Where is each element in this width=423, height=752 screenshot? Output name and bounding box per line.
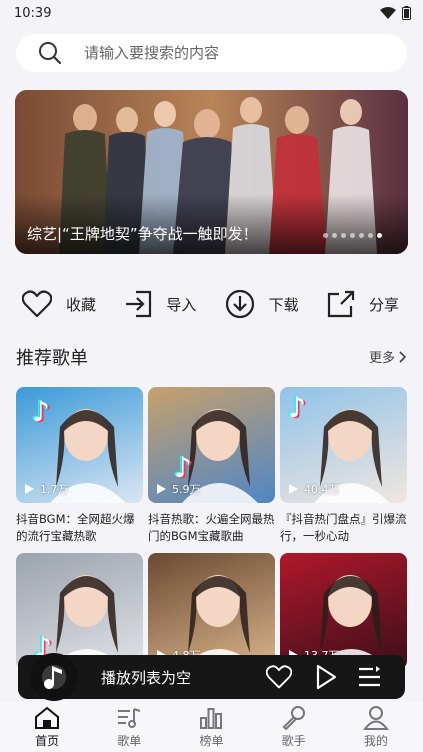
wifi-icon	[380, 7, 396, 19]
favorite-button[interactable]: 收藏	[22, 284, 96, 324]
microphone-icon	[282, 706, 305, 730]
tab-playlist-label: 歌单	[117, 734, 142, 748]
tab-playlist[interactable]: 歌单	[94, 702, 164, 752]
banner-dot[interactable]	[323, 233, 328, 238]
tab-home-label: 首页	[35, 734, 60, 748]
tab-singer-label: 歌手	[281, 734, 306, 748]
banner-pagination[interactable]	[323, 233, 382, 238]
search-bar[interactable]	[16, 34, 407, 72]
playlist-cover[interactable]: ♪ 40.4万	[280, 387, 407, 503]
play-count-value: 1.7万	[40, 483, 69, 496]
status-icons	[380, 6, 411, 20]
more-label: 更多	[368, 351, 395, 366]
import-button[interactable]: 导入	[124, 284, 196, 324]
favorite-label: 收藏	[66, 295, 97, 314]
banner-dot[interactable]	[350, 233, 355, 238]
playlist-card[interactable]: ♪	[16, 553, 143, 669]
banner-title: 综艺|“王牌地契”争夺战一触即发！	[27, 225, 258, 243]
more-link[interactable]: 更多	[369, 347, 407, 366]
tab-mine-label: 我的	[363, 734, 388, 748]
playlist-grid: ♪ 1.7万 抖音BGM：全网超火爆的流行宝藏热歌 ♪ 5.9万 抖音热歌：火遍全网最热门…	[16, 387, 408, 669]
banner-dot[interactable]	[341, 233, 346, 238]
tab-singer[interactable]: 歌手	[259, 702, 329, 752]
player-status: 播放列表为空	[101, 669, 192, 687]
playlist-title: 抖音BGM：全网超火爆的流行宝藏热歌	[16, 512, 135, 543]
battery-icon	[402, 6, 411, 20]
section-title: 推荐歌单	[16, 348, 88, 369]
import-icon	[126, 290, 152, 318]
tab-chart-label: 榜单	[199, 734, 224, 748]
chart-icon	[200, 708, 223, 729]
play-count-icon	[157, 484, 166, 494]
tiktok-logo-icon: ♪	[288, 391, 306, 424]
playlist-icon	[118, 708, 141, 728]
playlist-card[interactable]: ♪ 1.7万抖音BGM：全网超火爆的流行宝藏热歌	[16, 387, 143, 545]
playlist-cover[interactable]: 4.8万	[148, 553, 275, 669]
share-button[interactable]: 分享	[327, 284, 399, 324]
search-input[interactable]	[84, 44, 384, 62]
play-count-icon	[25, 484, 34, 494]
download-label: 下载	[268, 295, 299, 314]
share-icon	[327, 290, 355, 318]
playlist-cover[interactable]: ♪ 5.9万	[148, 387, 275, 503]
status-bar: 10:39	[0, 0, 423, 26]
banner-dot[interactable]	[359, 233, 364, 238]
play-count-value: 40.4万	[304, 483, 340, 496]
share-label: 分享	[368, 295, 399, 314]
playlist-card[interactable]: 4.8万	[148, 553, 275, 669]
playlist-card[interactable]: ♪ 5.9万抖音热歌：火遍全网最热门的BGM宝藏歌曲	[148, 387, 275, 545]
tiktok-logo-icon: ♪	[174, 451, 192, 484]
queue-icon[interactable]	[358, 664, 382, 690]
mini-player[interactable]: 播放列表为空	[18, 653, 405, 701]
import-label: 导入	[166, 295, 197, 314]
playlist-title: 『抖音热门盘点』引爆流行，一秒心动	[280, 512, 407, 543]
playlist-title: 抖音热歌：火遍全网最热门的BGM宝藏歌曲	[148, 512, 275, 543]
bottom-tab-bar: 首页 歌单 榜单 歌手 我的	[0, 702, 423, 752]
tab-mine[interactable]: 我的	[341, 702, 411, 752]
heart-icon	[22, 290, 52, 318]
playlist-card[interactable]: ♪ 40.4万『抖音热门盘点』引爆流行，一秒心动	[280, 387, 407, 545]
user-icon	[362, 706, 389, 730]
play-count-value: 5.9万	[172, 483, 201, 496]
banner-dot[interactable]	[368, 233, 373, 238]
banner-carousel[interactable]: 综艺|“王牌地契”争夺战一触即发！	[15, 90, 408, 254]
quick-actions: 收藏 导入 下载 分享	[0, 284, 423, 324]
search-icon	[39, 42, 62, 65]
tiktok-logo-icon: ♪	[32, 395, 50, 428]
home-icon	[35, 706, 60, 729]
tab-home[interactable]: 首页	[12, 702, 82, 752]
banner-dot[interactable]	[332, 233, 337, 238]
chevron-right-icon	[399, 350, 407, 363]
status-time: 10:39	[14, 5, 52, 21]
like-icon[interactable]	[266, 664, 292, 690]
tab-chart[interactable]: 榜单	[176, 702, 246, 752]
play-icon[interactable]	[314, 664, 338, 690]
play-count: 40.4万	[288, 481, 340, 497]
banner-dot[interactable]	[377, 233, 382, 238]
download-icon	[225, 289, 254, 319]
playlist-card[interactable]: 13.7万	[280, 553, 407, 669]
playlist-cover[interactable]: 13.7万	[280, 553, 407, 669]
playlist-cover[interactable]: ♪ 1.7万	[16, 387, 143, 503]
album-disc[interactable]	[30, 653, 78, 701]
play-count-icon	[289, 484, 298, 494]
music-note-icon	[44, 666, 62, 689]
download-button[interactable]: 下载	[225, 284, 299, 324]
playlist-cover[interactable]: ♪	[16, 553, 143, 669]
play-count: 1.7万	[24, 481, 69, 497]
play-count: 5.9万	[156, 481, 201, 497]
